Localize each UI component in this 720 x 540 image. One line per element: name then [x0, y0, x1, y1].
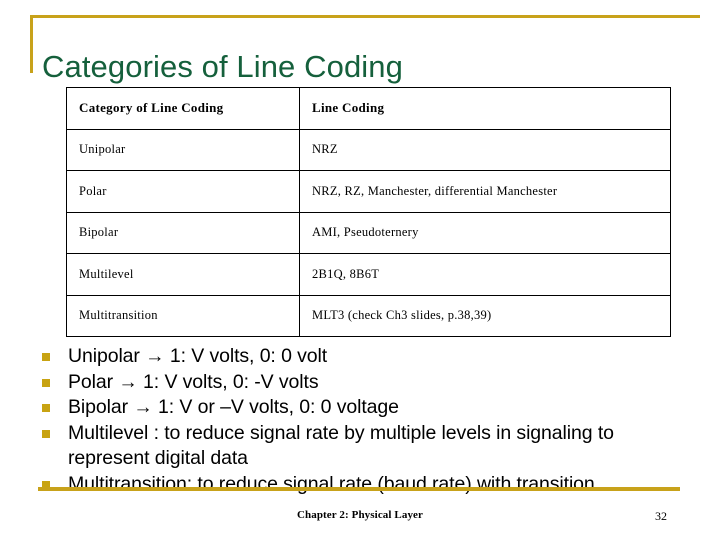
table-cell-category: Multitransition: [66, 294, 300, 337]
list-item: Polar → 1: V volts, 0: -V volts: [38, 370, 698, 396]
table-cell-category: Multilevel: [66, 253, 300, 296]
list-item: Multitransition: to reduce signal rate (…: [38, 472, 698, 498]
table-row: Multilevel 2B1Q, 8B6T: [66, 253, 671, 296]
footer-note: Chapter 2: Physical Layer: [296, 509, 424, 521]
list-item-label: Bipolar → 1: V or –V volts, 0: 0 voltage: [68, 396, 399, 418]
list-item-label: Multitransition: to reduce signal rate (…: [68, 472, 595, 495]
table-body: Category of Line Coding Line Coding Unip…: [66, 87, 671, 337]
footer-rule: [38, 487, 680, 491]
list-item: Bipolar → 1: V or –V volts, 0: 0 voltage: [38, 395, 698, 421]
page-title: Categories of Line Coding: [42, 48, 403, 84]
table-cell-category: Unipolar: [66, 128, 300, 171]
bullet-square-icon: [42, 378, 50, 387]
page-number: 32: [655, 509, 667, 523]
bullet-list: Unipolar → 1: V volts, 0: 0 volt Polar → …: [38, 344, 698, 497]
list-item: Unipolar → 1: V volts, 0: 0 volt: [38, 344, 698, 370]
title-top-rule: [30, 15, 700, 18]
list-item-label: Multilevel : to reduce signal rate by mu…: [68, 421, 614, 470]
table-cell-coding: AMI, Pseudoternery: [299, 211, 671, 254]
table-row: Multitransition MLT3 (check Ch3 slides, p…: [66, 294, 671, 337]
line-coding-table: Category of Line Coding Line Coding Unip…: [66, 87, 671, 337]
table-header-category: Category of Line Coding: [66, 87, 300, 130]
title-left-rule: [30, 15, 33, 73]
table-cell-coding: 2B1Q, 8B6T: [299, 253, 671, 296]
table-cell-category: Bipolar: [66, 211, 300, 254]
list-item-label: Polar → 1: V volts, 0: -V volts: [68, 370, 319, 393]
table-row: Polar NRZ, RZ, Manchester, differential M…: [66, 170, 671, 213]
table-header-coding: Line Coding: [299, 87, 671, 130]
table-header-row: Category of Line Coding Line Coding: [66, 87, 671, 130]
table-cell-category: Polar: [66, 170, 300, 213]
table-row: Unipolar NRZ: [66, 128, 671, 171]
bullet-square-icon: [42, 404, 50, 412]
table-row: Bipolar AMI, Pseudoternery: [66, 211, 671, 254]
bullet-square-icon: [42, 353, 50, 361]
list-item: Multilevel : to reduce signal rate by mu…: [38, 421, 698, 472]
table-cell-coding: NRZ: [299, 128, 671, 171]
slide-canvas: { "slide": { "title": "Categories of Lin…: [0, 0, 720, 540]
list-item-label: Unipolar → 1: V volts, 0: 0 volt: [68, 345, 328, 367]
table-cell-coding: MLT3 (check Ch3 slides, p.38,39): [299, 294, 671, 337]
table-cell-coding: NRZ, RZ, Manchester, differential Manche…: [299, 170, 671, 213]
bullet-square-icon: [42, 429, 50, 438]
